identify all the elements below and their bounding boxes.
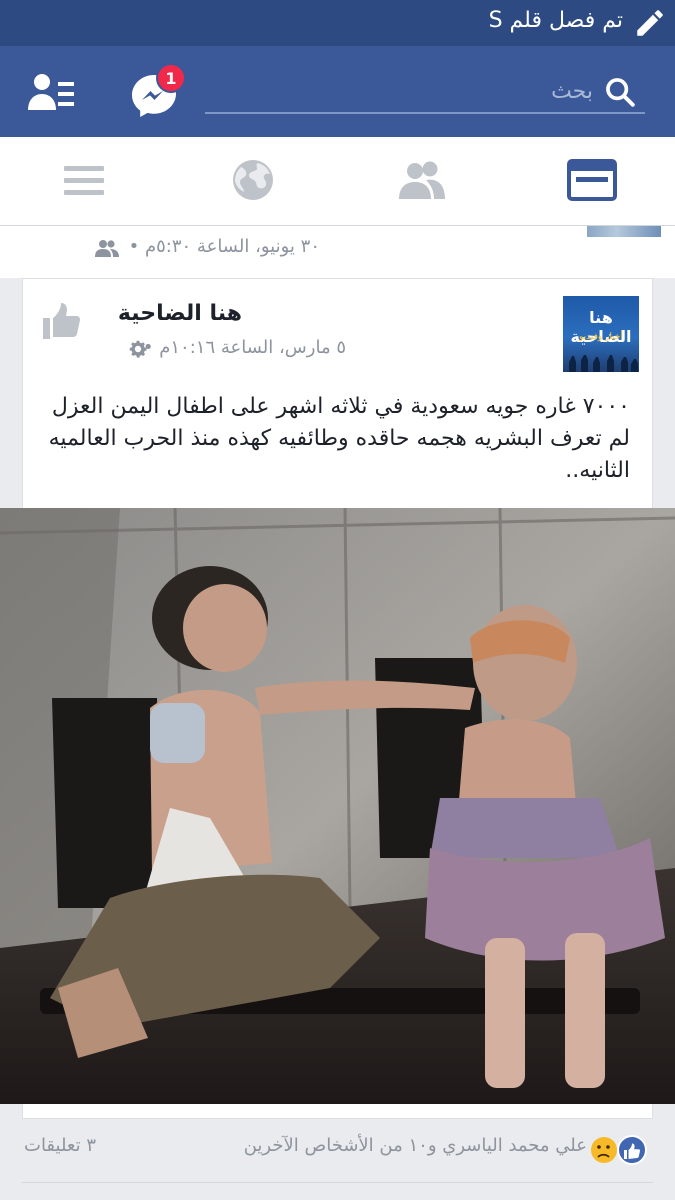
post-text-line: ٧٠٠٠ غاره جويه سعودية في ثلاثه اشهر على …: [51, 394, 630, 419]
previous-post-footer: ٣٠ يونيو، الساعة ٥:٣٠م •: [0, 226, 675, 278]
menu-icon[interactable]: [58, 157, 110, 203]
search-input[interactable]: [205, 70, 645, 114]
divider: [22, 1182, 653, 1183]
globe-icon[interactable]: [227, 157, 279, 203]
status-bar: تم فصل قلم S: [0, 0, 675, 46]
avatar-silhouettes: [569, 355, 638, 372]
post-photo[interactable]: [0, 508, 675, 1104]
post-card-bottom: [22, 1104, 653, 1119]
post-text: ٧٠٠٠ غاره جويه سعودية في ثلاثه اشهر على …: [43, 391, 630, 487]
post-timestamp[interactable]: ٥ مارس، الساعة ١٠:١٦م •: [143, 337, 346, 358]
reaction-icons: [591, 1135, 647, 1165]
reactions-bar[interactable]: علي محمد الياسري و١٠ من الأشخاص الآخرين …: [0, 1119, 675, 1200]
app-bar: 1: [0, 46, 675, 137]
avatar-subtitle: أخبار وفيديو: [579, 332, 623, 342]
post-card: هنا الضاحية أخبار وفيديو هنا الضاحية ٥ م…: [22, 278, 653, 508]
friends-icon[interactable]: [396, 157, 448, 203]
previous-post-image[interactable]: [587, 226, 661, 237]
tab-bar: [0, 137, 675, 226]
friends-privacy-icon: [95, 240, 119, 257]
previous-post-timestamp[interactable]: ٣٠ يونيو، الساعة ٥:٣٠م •: [129, 236, 320, 257]
comments-count[interactable]: ٣ تعليقات: [24, 1135, 96, 1156]
pencil-icon: [637, 10, 663, 36]
news-feed-icon[interactable]: [566, 157, 618, 203]
like-button-icon[interactable]: [41, 301, 81, 341]
post-text-line: لم تعرف البشريه هجمه حاقده وطائفيه كهذه …: [48, 426, 630, 451]
gear-icon: [129, 340, 147, 358]
search-icon[interactable]: [603, 75, 637, 109]
status-text: تم فصل قلم S: [488, 8, 623, 33]
post-text-line: الثانيه..: [565, 458, 630, 483]
page-avatar[interactable]: هنا الضاحية أخبار وفيديو: [563, 296, 639, 372]
sad-reaction-icon: [591, 1137, 617, 1163]
messenger-badge: 1: [156, 63, 186, 93]
post-photo-illustration: [0, 508, 675, 1104]
friend-requests-icon[interactable]: [28, 72, 76, 112]
reaction-names[interactable]: علي محمد الياسري و١٠ من الأشخاص الآخرين: [244, 1135, 587, 1156]
page-name[interactable]: هنا الضاحية: [118, 301, 242, 326]
